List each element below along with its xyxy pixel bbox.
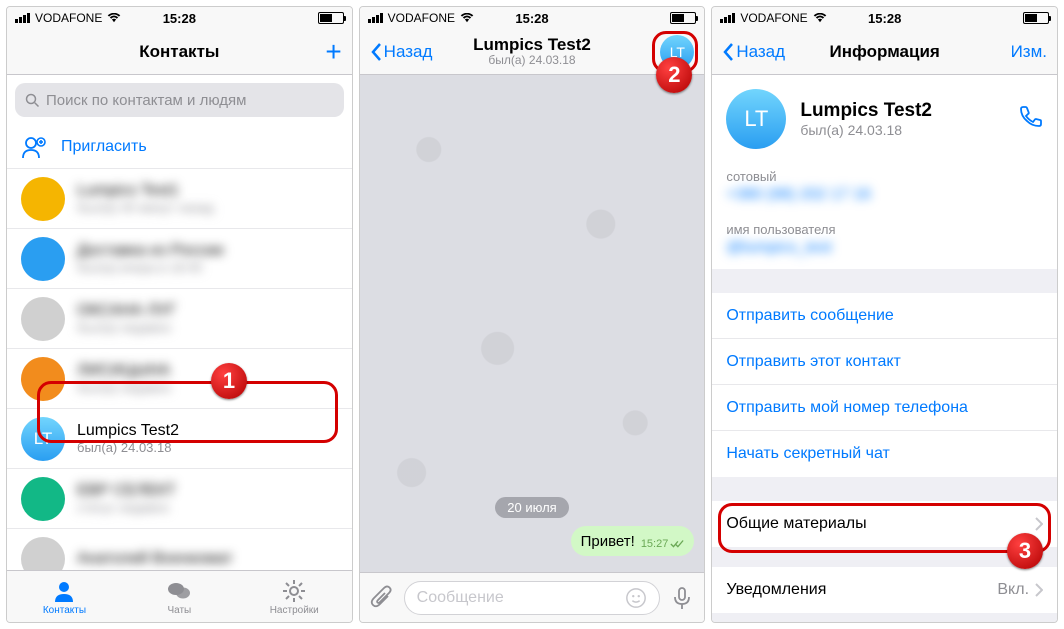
tab-chats[interactable]: Чаты: [122, 571, 237, 622]
wifi-icon: [813, 13, 827, 23]
mobile-label: сотовый: [712, 163, 1057, 186]
page-title: Информация: [830, 42, 940, 62]
message-input[interactable]: Сообщение: [404, 581, 661, 615]
invite-friends[interactable]: Пригласить: [7, 125, 352, 169]
tab-bar: Контакты Чаты Настройки: [7, 570, 352, 622]
invite-icon: [21, 134, 47, 160]
chat-body[interactable]: 20 июля Привет! 15:27: [360, 75, 705, 572]
plus-icon: +: [325, 36, 341, 68]
back-button[interactable]: Назад: [360, 29, 443, 74]
contact-row[interactable]: Lumpics Test1был(а) 40 минут назад: [7, 169, 352, 229]
info-body: LT Lumpics Test2 был(а) 24.03.18 сотовый…: [712, 75, 1057, 622]
contact-list: Lumpics Test1был(а) 40 минут назад Доста…: [7, 169, 352, 570]
contacts-icon: [51, 578, 77, 604]
contact-row[interactable]: Доставка из Россиибыл(а) вчера в 18:45: [7, 229, 352, 289]
add-contact-button[interactable]: +: [315, 29, 351, 74]
profile-header: LT Lumpics Test2 был(а) 24.03.18: [712, 75, 1057, 163]
wifi-icon: [460, 13, 474, 23]
signal-icon: [720, 13, 735, 23]
carrier-label: VODAFONE: [388, 11, 455, 25]
page-title: Контакты: [139, 42, 219, 62]
clock: 15:28: [868, 11, 901, 26]
chevron-right-icon: [1035, 583, 1043, 597]
action-secret-chat[interactable]: Начать секретный чат: [712, 431, 1057, 477]
nav-bar: Назад Информация Изм.: [712, 29, 1057, 75]
nav-bar: Контакты +: [7, 29, 352, 75]
call-button[interactable]: [1017, 104, 1043, 135]
input-placeholder: Сообщение: [417, 589, 504, 607]
attach-icon[interactable]: [368, 584, 396, 612]
contact-row[interactable]: ЕВР СЕЛЕКТстатус недавно: [7, 469, 352, 529]
shared-media[interactable]: Общие материалы: [712, 501, 1057, 547]
message-input-bar: Сообщение: [360, 572, 705, 622]
sticker-icon[interactable]: [625, 587, 647, 609]
status-bar: VODAFONE 15:28: [360, 7, 705, 29]
clock: 15:28: [163, 11, 196, 26]
nav-bar: Назад Lumpics Test2 был(а) 24.03.18 LT: [360, 29, 705, 75]
avatar: LT: [21, 417, 65, 461]
wifi-icon: [107, 13, 121, 23]
mic-icon[interactable]: [668, 584, 696, 612]
chevron-left-icon: [722, 42, 734, 62]
status-bar: VODAFONE 15:28: [712, 7, 1057, 29]
chevron-right-icon: [1035, 517, 1043, 531]
search-icon: [25, 93, 40, 108]
contact-row[interactable]: ЛИСИЦЫНАбыл(а) недавно: [7, 349, 352, 409]
battery-icon: [1023, 12, 1049, 24]
profile-status: был(а) 24.03.18: [800, 122, 932, 138]
contact-row-lumpics-test2[interactable]: LT Lumpics Test2был(а) 24.03.18: [7, 409, 352, 469]
settings-icon: [281, 578, 307, 604]
chat-background-doodle: [360, 75, 705, 572]
action-send-contact[interactable]: Отправить этот контакт: [712, 339, 1057, 385]
carrier-label: VODAFONE: [35, 11, 102, 25]
chats-icon: [166, 578, 192, 604]
signal-icon: [15, 13, 30, 23]
action-send-number[interactable]: Отправить мой номер телефона: [712, 385, 1057, 431]
avatar[interactable]: LT: [726, 89, 786, 149]
battery-icon: [670, 12, 696, 24]
clock: 15:28: [515, 11, 548, 26]
phone-icon: [1017, 104, 1043, 130]
edit-button[interactable]: Изм.: [1001, 29, 1057, 74]
chat-title[interactable]: Lumpics Test2 был(а) 24.03.18: [473, 35, 591, 68]
back-button[interactable]: Назад: [712, 29, 795, 74]
tab-settings[interactable]: Настройки: [237, 571, 352, 622]
screen-chat: VODAFONE 15:28 Назад Lumpics Test2 был(а…: [359, 6, 706, 623]
notifications-row[interactable]: Уведомления Вкл.: [712, 567, 1057, 613]
contact-row[interactable]: Анатолий Военкомат: [7, 529, 352, 570]
username-label: имя пользователя: [712, 216, 1057, 239]
tab-contacts[interactable]: Контакты: [7, 571, 122, 622]
search-input[interactable]: Поиск по контактам и людям: [15, 83, 344, 117]
username-value[interactable]: @lumpics_test: [712, 239, 1057, 269]
status-bar: VODAFONE 15:28: [7, 7, 352, 29]
mobile-value[interactable]: +380 (98) 202 17 16: [712, 186, 1057, 216]
battery-icon: [318, 12, 344, 24]
chevron-left-icon: [370, 42, 382, 62]
search-placeholder: Поиск по контактам и людям: [46, 92, 246, 109]
profile-name: Lumpics Test2: [800, 100, 932, 122]
screen-info: VODAFONE 15:28 Назад Информация Изм. LT …: [711, 6, 1058, 623]
contact-row[interactable]: ОКСАНА ЛУГбыл(а) недавно: [7, 289, 352, 349]
signal-icon: [368, 13, 383, 23]
screen-contacts: VODAFONE 15:28 Контакты + Поиск по конта…: [6, 6, 353, 623]
carrier-label: VODAFONE: [740, 11, 807, 25]
action-send-message[interactable]: Отправить сообщение: [712, 293, 1057, 339]
annotation-badge-3: 3: [1007, 533, 1043, 569]
annotation-badge-1: 1: [211, 363, 247, 399]
